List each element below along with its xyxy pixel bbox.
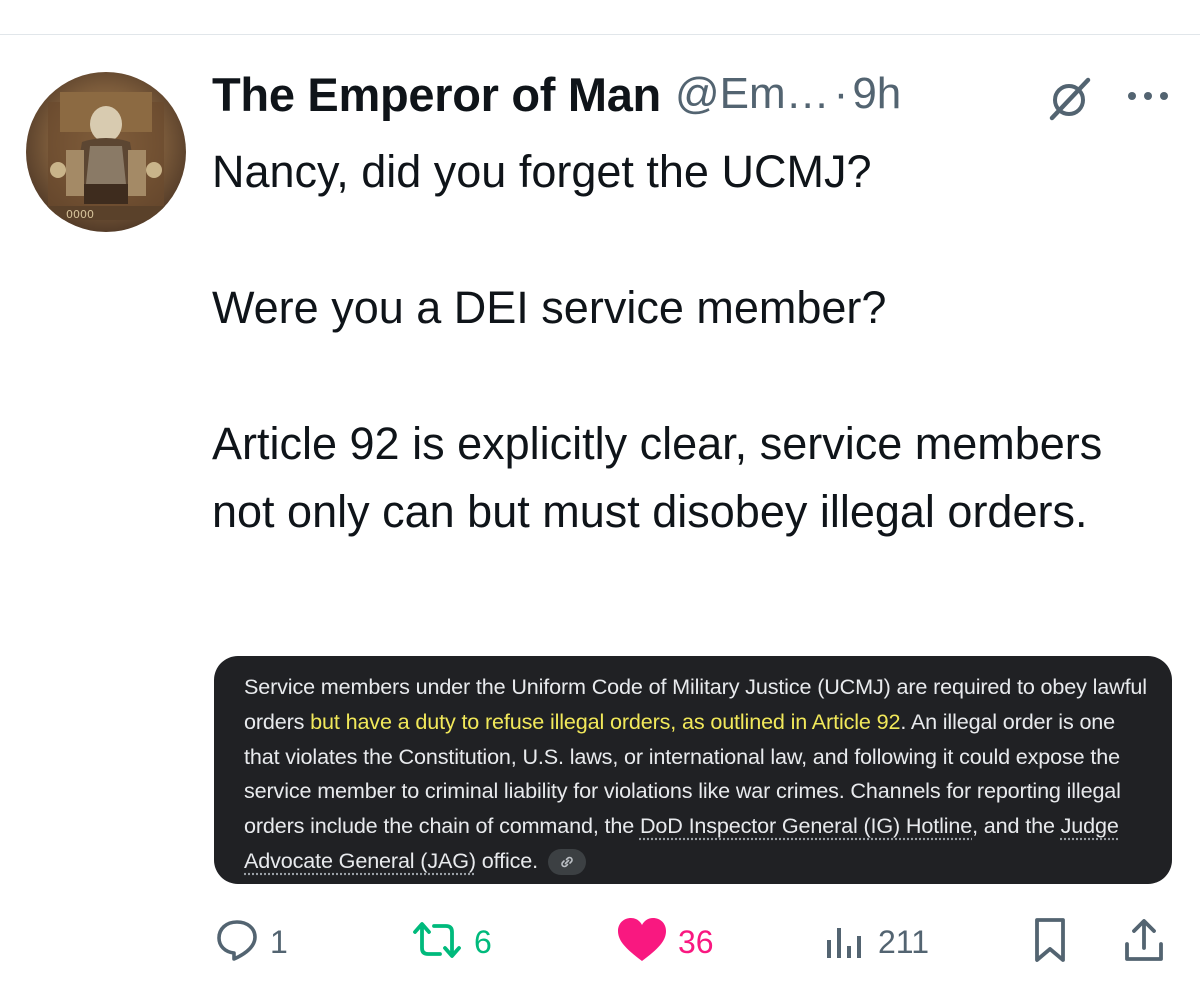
like-button[interactable]: 36 — [616, 910, 714, 974]
embed-highlight: but have a duty to refuse illegal orders… — [310, 708, 901, 734]
tweet-text: Nancy, did you forget the UCMJ? Were you… — [212, 138, 1172, 546]
embed-link-dod-ig: DoD Inspector General (IG) Hotline — [639, 813, 973, 839]
bookmark-button[interactable] — [1028, 910, 1072, 974]
heart-icon — [616, 917, 668, 968]
views-icon — [822, 918, 868, 967]
top-divider — [0, 34, 1200, 35]
grok-icon[interactable] — [1044, 76, 1094, 122]
embed-text-part-4: office. — [475, 847, 538, 873]
embed-text: Service members under the Uniform Code o… — [244, 670, 1148, 879]
tweet-line-2: Were you a DEI service member? — [212, 282, 887, 333]
avatar[interactable]: 0000 — [26, 72, 186, 232]
svg-text:0000: 0000 — [66, 208, 94, 221]
share-icon — [1122, 916, 1166, 969]
retweet-button[interactable]: 6 — [410, 910, 492, 974]
separator-dot: · — [833, 69, 849, 118]
views-count: 211 — [878, 923, 930, 960]
share-button[interactable] — [1122, 910, 1166, 974]
tweet-line-1: Nancy, did you forget the UCMJ? — [212, 146, 872, 197]
embed-text-part-3: , and the — [972, 813, 1061, 839]
reply-icon — [214, 918, 260, 967]
avatar-image: 0000 — [26, 72, 186, 232]
timestamp[interactable]: 9h — [852, 69, 901, 119]
reply-button[interactable]: 1 — [214, 910, 288, 974]
reply-count: 1 — [270, 923, 288, 960]
user-handle[interactable]: @Em… — [675, 69, 830, 119]
display-name[interactable]: The Emperor of Man — [212, 67, 661, 122]
like-count: 36 — [678, 923, 714, 960]
embedded-screenshot-card[interactable]: Service members under the Uniform Code o… — [214, 656, 1172, 884]
tweet-header: The Emperor of Man @Em… · 9h — [212, 62, 901, 126]
retweet-count: 6 — [474, 923, 492, 960]
views-button[interactable]: 211 — [822, 910, 929, 974]
link-icon — [547, 849, 586, 876]
action-bar: 1 6 36 211 — [0, 910, 1200, 974]
retweet-icon — [410, 918, 464, 967]
more-icon[interactable] — [1124, 84, 1172, 108]
tweet-line-3: Article 92 is explicitly clear, service … — [212, 418, 1103, 537]
bookmark-icon — [1028, 916, 1072, 969]
